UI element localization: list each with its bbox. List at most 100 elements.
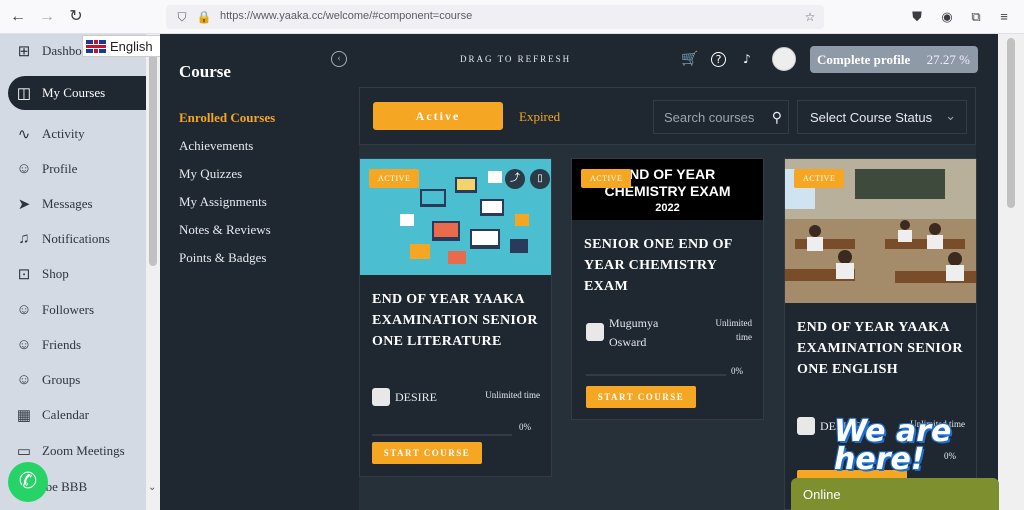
url-text: https://www.yaaka.cc/welcome/#component=…: [220, 10, 473, 22]
courses-icon: ◫: [16, 85, 32, 102]
avatar[interactable]: [772, 47, 796, 71]
complete-profile-button[interactable]: Complete profile 27.27 %: [810, 46, 978, 73]
address-bar[interactable]: ⛉ 🔒 https://www.yaaka.cc/welcome/#compon…: [166, 5, 824, 29]
course-title[interactable]: END OF YEAR YAAKA EXAMINATION SENIOR ONE…: [372, 289, 544, 352]
status-label: Select Course Status: [810, 110, 933, 125]
status-badge: ACTIVE: [369, 169, 420, 188]
author-avatar: [372, 388, 390, 406]
language-label: English: [110, 38, 153, 54]
menu-enrolled-courses[interactable]: Enrolled Courses: [179, 110, 275, 126]
progress-bar: [372, 434, 512, 436]
search-icon[interactable]: ⚲: [772, 109, 782, 126]
share-icon[interactable]: ⤴: [505, 169, 525, 189]
bookmark-star-icon[interactable]: ☆: [802, 9, 818, 25]
complete-profile-label: Complete profile: [817, 52, 911, 67]
chevron-down-icon: ⌄: [945, 108, 956, 123]
sidebar-item-label: Friends: [42, 337, 81, 352]
search-input[interactable]: Search courses ⚲: [653, 100, 789, 134]
author-name[interactable]: Mugumya Osward: [609, 314, 669, 352]
menu-achievements[interactable]: Achievements: [179, 138, 253, 154]
start-course-button[interactable]: START COURSE: [586, 386, 696, 408]
page-scroll-thumb[interactable]: [1007, 38, 1015, 208]
sidebar-item-my-courses[interactable]: ◫ My Courses: [8, 76, 158, 110]
sidebar-scrollbar[interactable]: ⌄: [146, 34, 160, 510]
status-badge: ACTIVE: [581, 169, 632, 188]
author-name[interactable]: DESIRE: [395, 388, 437, 407]
sidebar-item-shop[interactable]: ⊡ Shop: [0, 257, 146, 291]
reload-icon[interactable]: ↻: [67, 8, 85, 26]
active-tab-button[interactable]: Active: [373, 102, 503, 130]
progress-bar: [586, 374, 726, 376]
menu-notes-reviews[interactable]: Notes & Reviews: [179, 222, 271, 238]
chevron-down-icon[interactable]: ⌄: [148, 482, 156, 493]
course-title[interactable]: SENIOR ONE END OF YEAR CHEMISTRY EXAM: [584, 234, 756, 297]
menu-icon[interactable]: ≡: [995, 8, 1013, 26]
sidebar-item-label: Notifications: [42, 231, 110, 246]
cart-icon[interactable]: 🛒: [681, 50, 699, 68]
sidebar-item-messages[interactable]: ➤ Messages: [0, 187, 146, 221]
drag-to-refresh: DRAG TO REFRESH: [460, 54, 572, 64]
filter-bar: Active Expired Search courses ⚲ Select Co…: [359, 87, 976, 145]
account-icon[interactable]: ◉: [938, 8, 956, 26]
pocket-icon[interactable]: ⛊: [908, 8, 926, 26]
expired-tab[interactable]: Expired: [519, 109, 560, 125]
extensions-icon[interactable]: ⧉: [967, 8, 985, 26]
search-placeholder: Search courses: [664, 110, 755, 125]
progress-percent: 0%: [519, 422, 531, 432]
video-icon: ▭: [16, 443, 32, 460]
whatsapp-icon[interactable]: ✆: [8, 462, 48, 502]
sidebar-item-label: Profile: [42, 161, 78, 176]
bell-icon[interactable]: ♪: [738, 50, 756, 68]
lock-icon: 🔒: [196, 10, 212, 24]
sidebar-item-label: Groups: [42, 372, 81, 387]
course-card[interactable]: END OF YEAR CHEMISTRY EXAM 2022 ACTIVE S…: [571, 158, 764, 420]
start-course-button[interactable]: START COURSE: [372, 442, 482, 464]
profile-icon: ☺: [16, 160, 32, 177]
browser-toolbar: ← → ↻ ⛉ 🔒 https://www.yaaka.cc/welcome/#…: [0, 0, 1024, 34]
course-title[interactable]: END OF YEAR YAAKA EXAMINATION SENIOR ONE…: [797, 317, 969, 380]
sidebar-item-friends[interactable]: ☺ Friends: [0, 328, 146, 362]
sidebar-item-notifications[interactable]: ♫ Notifications: [0, 222, 146, 256]
sidebar-item-label: Shop: [42, 266, 69, 281]
menu-my-quizzes[interactable]: My Quizzes: [179, 166, 242, 182]
sidebar-item-label: Followers: [42, 302, 94, 317]
shield-icon: ⛉: [177, 10, 187, 24]
bell-icon: ♫: [18, 230, 30, 247]
menu-my-assignments[interactable]: My Assignments: [179, 194, 267, 210]
bookmark-icon[interactable]: ▯: [530, 169, 550, 189]
sidebar-item-activity[interactable]: ∿ Activity: [0, 117, 146, 151]
author-avatar: [586, 323, 604, 341]
duration-text: Unlimited time: [485, 390, 540, 400]
duration-text: Unlimited time: [715, 318, 753, 342]
activity-icon: ∿: [17, 126, 31, 143]
we-are-here-badge[interactable]: We are here!: [834, 417, 1024, 475]
back-icon[interactable]: ←: [9, 8, 27, 26]
sidebar-item-calendar[interactable]: ▦ Calendar: [0, 398, 146, 432]
page-title: Course: [179, 62, 231, 81]
dashboard-icon: ⊞: [17, 43, 31, 60]
course-card[interactable]: ACTIVE ⤴ ▯ END OF YEAR YAAKA EXAMINATION…: [359, 158, 552, 477]
sidebar-scroll-thumb[interactable]: [149, 40, 157, 266]
sidebar-item-label: Calendar: [42, 407, 89, 422]
messages-icon: ➤: [17, 196, 31, 213]
calendar-icon: ▦: [16, 407, 32, 424]
menu-points-badges[interactable]: Points & Badges: [179, 250, 266, 266]
forward-icon[interactable]: →: [38, 8, 56, 26]
thumbnail-text: 2022: [655, 202, 680, 214]
online-chat-widget[interactable]: Online: [791, 478, 999, 510]
sidebar-item-label: ibe BBB: [42, 479, 88, 494]
course-status-select[interactable]: Select Course Status ⌄: [797, 100, 967, 134]
sidebar-item-groups[interactable]: ☺ Groups: [0, 363, 146, 397]
sidebar-item-label: Messages: [42, 196, 93, 211]
sidebar-item-label: My Courses: [42, 85, 106, 100]
help-icon[interactable]: ?: [711, 52, 726, 67]
progress-percent: 0%: [731, 366, 743, 376]
sidebar-item-label: Zoom Meetings: [42, 443, 125, 458]
status-badge: ACTIVE: [794, 169, 845, 188]
sidebar-item-profile[interactable]: ☺ Profile: [0, 152, 146, 186]
sidebar-item-followers[interactable]: ☺ Followers: [0, 293, 146, 327]
collapse-arrow-icon[interactable]: ‹: [331, 51, 347, 67]
groups-icon: ☺: [16, 371, 32, 388]
sidebar: ⊞ Dashboard ◫ My Courses ∿ Activity ☺ Profil…: [0, 34, 158, 510]
followers-icon: ☺: [16, 301, 32, 318]
